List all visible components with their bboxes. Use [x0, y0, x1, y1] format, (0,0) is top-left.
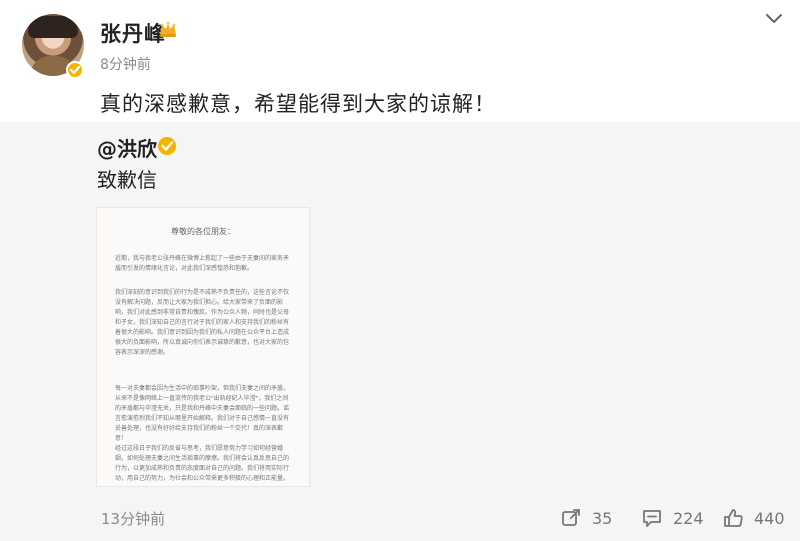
- footer-time: 13分钟前: [101, 510, 166, 528]
- crown-icon: [160, 21, 176, 37]
- weibo-repost-card: 张丹峰 8分钟前 真的深感歉意，希望能得到大家的谅解！ @洪欣 致歉信 尊敬的各…: [0, 0, 800, 541]
- quoted-text: 致歉信: [97, 168, 157, 192]
- mentioned-user[interactable]: @洪欣: [97, 133, 157, 162]
- post-text: 真的深感歉意，希望能得到大家的谅解！: [100, 92, 496, 116]
- letter-paragraph: 我们深刻的意识到我们的行为是不成熟不负责任的，这些言论不仅没有解决问题，反而让大…: [115, 290, 290, 356]
- share-button[interactable]: 35: [560, 506, 612, 530]
- share-icon: [562, 509, 580, 526]
- letter-paragraph: 近期，我与我老公张丹峰在微博上惹起了一些由于夫妻间的家务矛盾而引发的情绪化言论，…: [115, 256, 290, 272]
- comment-button[interactable]: 224: [641, 506, 704, 530]
- comment-count: 224: [673, 508, 704, 528]
- letter-title: 尊敬的各位朋友：: [171, 227, 235, 236]
- comment-icon: [643, 510, 661, 527]
- post-time: 8分钟前: [100, 57, 151, 73]
- letter-paragraph: 每一对夫妻都会因为生活中的琐事吵架，但我们夫妻之间的矛盾，从来不是像网络上一直流…: [115, 386, 290, 442]
- avatar-hair: [28, 16, 78, 38]
- author-name[interactable]: 张丹峰: [100, 18, 166, 48]
- original-post: 张丹峰 8分钟前 真的深感歉意，希望能得到大家的谅解！: [0, 0, 800, 122]
- like-button[interactable]: 440: [722, 506, 785, 530]
- chevron-down-icon[interactable]: [764, 10, 784, 26]
- like-count: 440: [754, 508, 785, 528]
- like-icon: [724, 509, 743, 527]
- verified-badge-icon: [66, 61, 84, 79]
- letter-image[interactable]: 尊敬的各位朋友： 近期，我与我老公张丹峰在微博上惹起了一些由于夫妻间的家务矛盾而…: [96, 207, 310, 487]
- verified-badge-icon: [158, 137, 176, 155]
- letter-paragraph: 经过这段日子我们的反省与思考，我们愿意努力学习如何经营婚姻，如何处理夫妻之间生活…: [115, 446, 290, 482]
- share-count: 35: [592, 508, 613, 528]
